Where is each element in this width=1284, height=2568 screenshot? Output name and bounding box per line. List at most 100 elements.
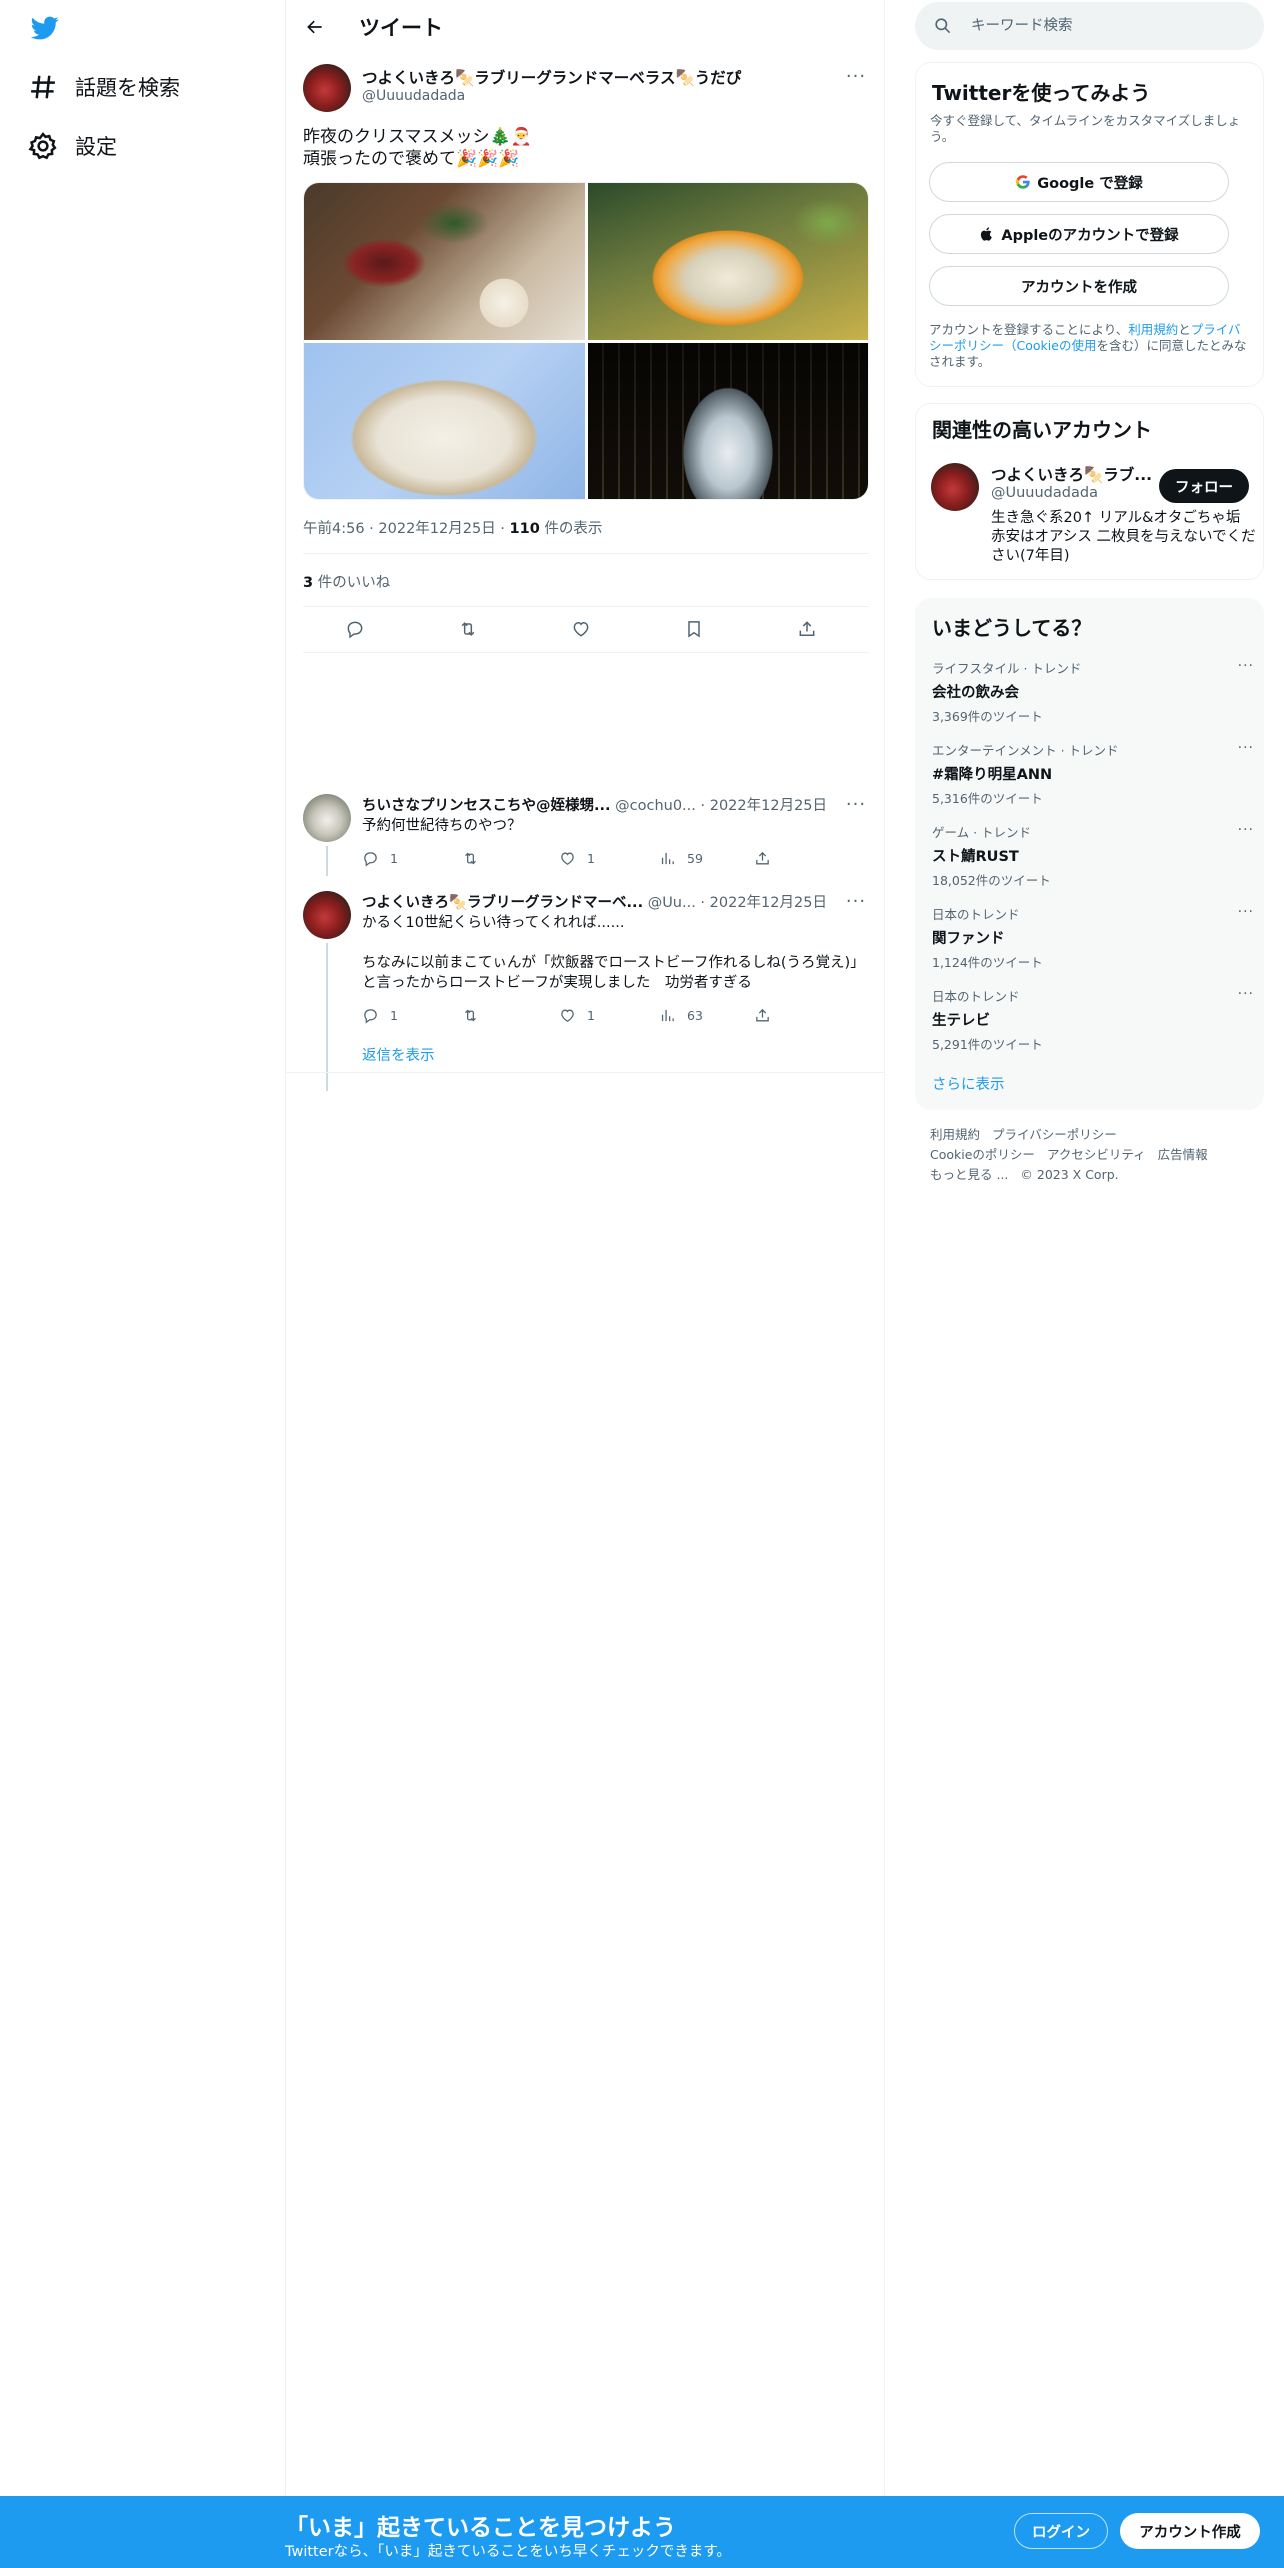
more-dots-icon: ··· [845,890,867,912]
reply-author-handle[interactable]: @Uu... [648,895,696,911]
related-account-handle[interactable]: @Uuuudadada [991,485,1098,501]
divider [303,652,869,653]
footer-more-link[interactable]: もっと見る ... [930,1167,1008,1182]
create-account-button[interactable]: アカウントを作成 [929,266,1229,306]
trend-context: ライフスタイル · トレンド [932,661,1082,676]
search-box[interactable] [915,2,1264,50]
footer-cookie-link[interactable]: Cookieのポリシー [930,1147,1035,1162]
footer-privacy-link[interactable]: プライバシーポリシー [992,1127,1117,1142]
reply-more-button[interactable]: ··· [842,889,870,913]
reply-retweet-button[interactable] [462,848,490,868]
tweet-author-handle[interactable]: @Uuuudadada [362,88,465,104]
bottom-bar-subtitle: Twitterなら、「いま」起きていることをいち早くチェックできます。 [285,2544,731,2560]
reply-date[interactable]: 2022年12月25日 [710,895,827,911]
reply-author-handle[interactable]: @cochu0... [615,798,696,814]
trend-title: スト鯖RUST [932,849,1019,865]
page-title: ツイート [359,16,443,40]
tweet-author-name[interactable]: つよくいきろ🍢ラブリーグランドマーベラス🍢うだぴ [362,66,741,88]
heart-icon [573,621,589,637]
footer-ads-link[interactable]: 広告情報 [1158,1147,1208,1162]
bookmark-button[interactable] [681,616,707,642]
reply-more-button[interactable]: ··· [842,792,870,816]
apple-signup-label: Appleのアカウントで登録 [1001,227,1179,244]
more-dots-icon: ··· [845,65,867,87]
reply-view-count: 59 [687,850,703,866]
signup-card-subtitle: 今すぐ登録して、タイムラインをカスタマイズしましょう。 [930,113,1241,144]
reply-reply-button[interactable]: 1 [362,848,398,868]
trend-count: 18,052件のツイート [932,873,1051,888]
tweet-meta: 午前4:56 · 2022年12月25日 · 110 件の表示 [303,521,603,537]
reply-date[interactable]: 2022年12月25日 [710,798,827,814]
tweet-photo-2[interactable] [587,183,868,340]
reply-author-name[interactable]: ちいさなプリンセスこちや@姪様甥... [362,798,611,814]
follow-button[interactable]: フォロー [1159,469,1249,503]
trend-more-button[interactable]: ··· [1238,658,1254,674]
trend-item[interactable]: 日本のトレンド 関ファンド 1,124件のツイート ··· [932,904,1254,971]
retweet-icon [461,622,475,636]
tweet-photo-4[interactable] [587,342,868,499]
reply-share-button[interactable] [754,1005,782,1025]
divider [303,606,869,607]
show-replies-link[interactable]: 返信を表示 [362,1044,435,1065]
reply-icon [364,851,377,866]
reply-icon [364,1008,377,1023]
trend-more-button[interactable]: ··· [1238,740,1254,756]
reply-reply-button[interactable]: 1 [362,1005,398,1025]
reply-author-name[interactable]: つよくいきろ🍢ラブリーグランドマーベ... [362,895,643,911]
reply-like-button[interactable]: 1 [559,1005,595,1025]
trend-more-button[interactable]: ··· [1238,904,1254,920]
tweet-action-bar [303,612,869,646]
footer-accessibility-link[interactable]: アクセシビリティ [1047,1147,1146,1162]
tweet-photo-3[interactable] [304,342,585,499]
back-button[interactable] [299,11,331,43]
tweet-author-avatar[interactable] [303,64,351,112]
signup-button[interactable]: アカウント作成 [1120,2513,1260,2549]
trend-more-button[interactable]: ··· [1238,986,1254,1002]
login-button[interactable]: ログイン [1014,2513,1108,2549]
trend-item[interactable]: ライフスタイル · トレンド 会社の飲み会 3,369件のツイート ··· [932,658,1254,725]
share-button[interactable] [794,616,820,642]
reply-author-avatar[interactable] [303,794,351,842]
reply-like-button[interactable]: 1 [559,848,595,868]
terms-link[interactable]: 利用規約 [1128,322,1178,337]
footer-links: 利用規約 プライバシーポリシー Cookieのポリシー アクセシビリティ 広告情報 も… [930,1125,1260,1185]
thread-line [326,846,328,876]
search-input[interactable] [971,14,1231,38]
reply-button[interactable] [342,616,368,642]
tweet-more-button[interactable]: ··· [842,64,870,88]
nav-explore[interactable]: 話題を検索 [28,67,180,107]
reply-header: ちいさなプリンセスこちや@姪様甥... @cochu0... · 2022年12… [362,798,828,814]
related-account-name[interactable]: つよくいきろ🍢ラブ... [991,463,1152,485]
tweet-time[interactable]: 午前4:56 [303,521,365,537]
trend-more-button[interactable]: ··· [1238,822,1254,838]
tweet-likes[interactable]: 3 件のいいね [303,571,390,592]
retweet-icon [465,1009,476,1021]
related-account-avatar[interactable] [931,463,979,511]
reply-share-button[interactable] [754,848,782,868]
trend-item[interactable]: エンターテインメント · トレンド #霜降り明星ANN 5,316件のツイート … [932,740,1254,807]
related-card-title: 関連性の高いアカウント [932,418,1152,442]
trend-count: 1,124件のツイート [932,955,1043,970]
reply-retweet-button[interactable] [462,1005,490,1025]
google-signup-button[interactable]: Google で登録 [929,162,1229,202]
reply-icon [347,621,363,639]
cookie-link[interactable]: （Cookieの使用 [1004,338,1096,353]
tweet-photo-1[interactable] [304,183,585,340]
reply-views-button[interactable]: 63 [659,1005,703,1025]
retweet-button[interactable] [455,616,481,642]
nav-settings-label: 設定 [75,135,117,159]
reply-author-avatar[interactable] [303,891,351,939]
nav-settings[interactable]: 設定 [28,126,117,166]
trends-show-more-link[interactable]: さらに表示 [932,1073,1005,1094]
tweet-date[interactable]: 2022年12月25日 [378,521,495,537]
thread-dots: · · · [325,1041,329,1064]
like-button[interactable] [568,616,594,642]
views-chart-icon [661,1009,674,1021]
trend-item[interactable]: ゲーム · トレンド スト鯖RUST 18,052件のツイート ··· [932,822,1254,889]
reply-views-button[interactable]: 59 [659,848,703,868]
trend-context: ゲーム · トレンド [932,825,1032,840]
apple-signup-button[interactable]: Appleのアカウントで登録 [929,214,1229,254]
trend-item[interactable]: 日本のトレンド 生テレビ 5,291件のツイート ··· [932,986,1254,1053]
twitter-bird-icon[interactable] [28,14,62,42]
footer-terms-link[interactable]: 利用規約 [930,1127,980,1142]
